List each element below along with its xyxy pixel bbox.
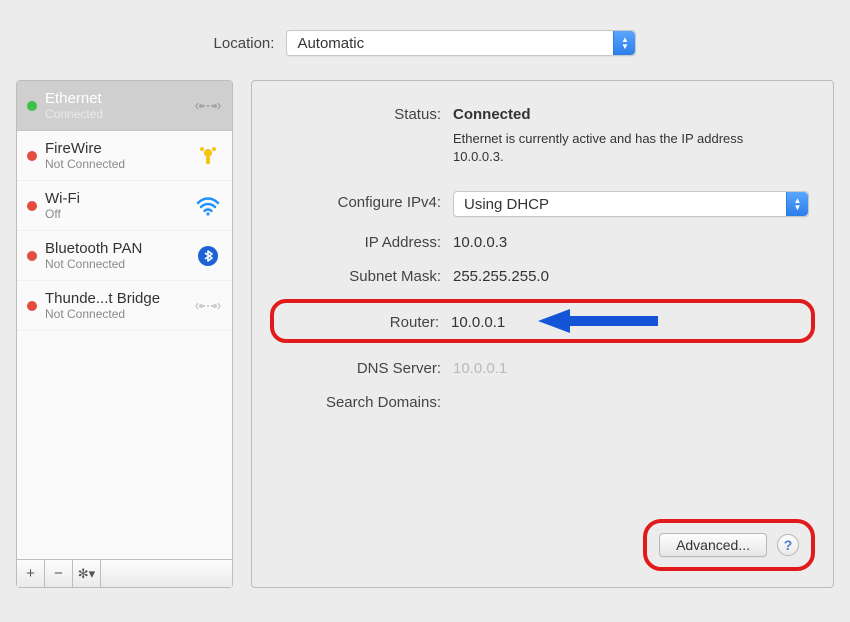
- interface-status: Off: [45, 207, 186, 221]
- interface-sidebar: Ethernet Connected FireWire Not Connecte…: [16, 80, 233, 588]
- bluetooth-icon: [194, 244, 222, 268]
- sidebar-footer-spacer: [101, 560, 232, 587]
- router-label: Router:: [280, 311, 439, 331]
- dns-server-value: 10.0.0.1: [453, 357, 809, 377]
- interface-name: Thunde...t Bridge: [45, 290, 186, 307]
- location-label: Location:: [214, 35, 275, 52]
- ip-address-value: 10.0.0.3: [453, 231, 809, 251]
- bridge-icon: [194, 294, 222, 318]
- interface-name: Wi-Fi: [45, 190, 186, 207]
- interface-name: FireWire: [45, 140, 186, 157]
- status-dot-icon: [27, 151, 37, 161]
- configure-ipv4-select[interactable]: Using DHCP ▲▼: [453, 191, 809, 217]
- search-domains-label: Search Domains:: [276, 391, 441, 411]
- configure-ipv4-value: Using DHCP: [464, 196, 549, 213]
- status-dot-icon: [27, 101, 37, 111]
- sidebar-item-thunderbolt-bridge[interactable]: Thunde...t Bridge Not Connected: [17, 281, 232, 331]
- status-dot-icon: [27, 201, 37, 211]
- wifi-icon: [194, 194, 222, 218]
- select-arrows-icon: ▲▼: [613, 31, 635, 55]
- router-highlight-annotation: Router: 10.0.0.1: [270, 299, 815, 343]
- advanced-button[interactable]: Advanced...: [659, 533, 767, 557]
- help-button[interactable]: ?: [777, 534, 799, 556]
- interface-status: Not Connected: [45, 257, 186, 271]
- router-value: 10.0.0.1: [451, 311, 526, 331]
- sidebar-item-wifi[interactable]: Wi-Fi Off: [17, 181, 232, 231]
- select-arrows-icon: ▲▼: [786, 192, 808, 216]
- interface-status: Connected: [45, 107, 186, 121]
- sidebar-item-ethernet[interactable]: Ethernet Connected: [17, 81, 232, 131]
- arrow-annotation-icon: [538, 307, 668, 335]
- sidebar-item-firewire[interactable]: FireWire Not Connected: [17, 131, 232, 181]
- status-label: Status:: [276, 103, 441, 123]
- status-description: Ethernet is currently active and has the…: [453, 127, 753, 165]
- interface-status: Not Connected: [45, 307, 186, 321]
- interface-name: Ethernet: [45, 90, 186, 107]
- remove-interface-button[interactable]: −: [45, 560, 73, 587]
- search-domains-value: [453, 391, 809, 394]
- toolbar: Location: Automatic ▲▼: [0, 0, 850, 74]
- ip-address-label: IP Address:: [276, 231, 441, 251]
- interface-actions-button[interactable]: ✻▾: [73, 560, 101, 587]
- location-select-value: Automatic: [297, 35, 364, 52]
- detail-panel: Status: Connected Ethernet is currently …: [251, 80, 834, 588]
- interface-name: Bluetooth PAN: [45, 240, 186, 257]
- status-dot-icon: [27, 251, 37, 261]
- status-dot-icon: [27, 301, 37, 311]
- add-interface-button[interactable]: +: [17, 560, 45, 587]
- interface-status: Not Connected: [45, 157, 186, 171]
- dns-server-label: DNS Server:: [276, 357, 441, 377]
- ethernet-icon: [194, 94, 222, 118]
- advanced-highlight-annotation: Advanced... ?: [643, 519, 815, 571]
- sidebar-item-bluetooth[interactable]: Bluetooth PAN Not Connected: [17, 231, 232, 281]
- firewire-icon: [194, 144, 222, 168]
- interface-list: Ethernet Connected FireWire Not Connecte…: [17, 81, 232, 559]
- subnet-mask-label: Subnet Mask:: [276, 265, 441, 285]
- configure-ipv4-label: Configure IPv4:: [276, 191, 441, 211]
- status-value: Connected: [453, 103, 563, 123]
- sidebar-footer: + − ✻▾: [17, 559, 232, 587]
- location-select[interactable]: Automatic ▲▼: [286, 30, 636, 56]
- subnet-mask-value: 255.255.255.0: [453, 265, 809, 285]
